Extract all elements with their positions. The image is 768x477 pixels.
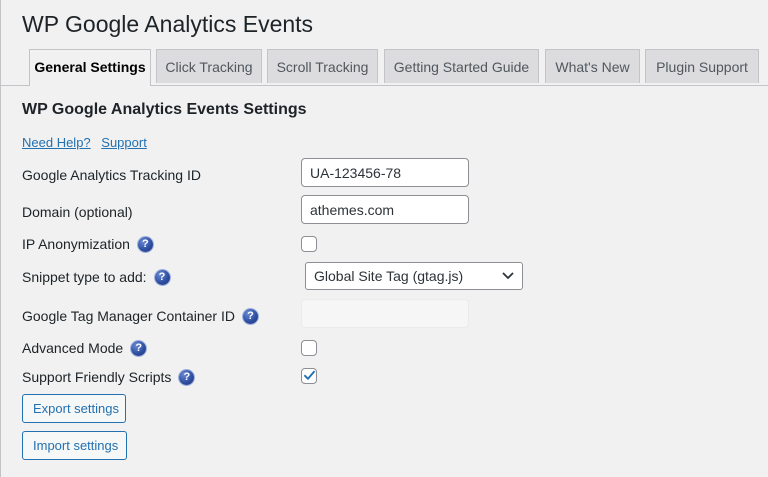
help-links: Need Help? Support xyxy=(22,135,154,151)
domain-input[interactable] xyxy=(301,195,469,224)
import-settings-button[interactable]: Import settings xyxy=(22,431,127,460)
help-icon[interactable]: ? xyxy=(242,308,258,324)
gtm-container-label: Google Tag Manager Container ID ? xyxy=(22,307,258,325)
domain-label-text: Domain (optional) xyxy=(22,204,133,220)
need-help-link[interactable]: Need Help? xyxy=(22,135,91,150)
gtm-container-label-text: Google Tag Manager Container ID xyxy=(22,308,235,324)
help-icon[interactable]: ? xyxy=(137,236,153,252)
snippet-type-label: Snippet type to add: ? xyxy=(22,268,170,286)
advanced-mode-label: Advanced Mode ? xyxy=(22,339,147,357)
tracking-id-input[interactable] xyxy=(301,158,469,187)
support-scripts-label: Support Friendly Scripts ? xyxy=(22,368,195,386)
tab-getting-started-guide[interactable]: Getting Started Guide xyxy=(384,49,539,83)
support-scripts-label-text: Support Friendly Scripts xyxy=(22,369,172,385)
settings-tabs: General Settings Click Tracking Scroll T… xyxy=(0,49,768,86)
chevron-down-icon xyxy=(502,272,514,279)
ip-anonymization-checkbox[interactable] xyxy=(301,236,317,252)
ip-anonymization-label-text: IP Anonymization xyxy=(22,236,130,252)
tab-click-tracking[interactable]: Click Tracking xyxy=(156,49,262,83)
help-icon[interactable]: ? xyxy=(179,369,195,385)
help-icon[interactable]: ? xyxy=(131,340,147,356)
advanced-mode-checkbox[interactable] xyxy=(301,340,317,356)
tab-scroll-tracking[interactable]: Scroll Tracking xyxy=(267,49,378,83)
tab-plugin-support[interactable]: Plugin Support xyxy=(645,49,759,83)
help-icon[interactable]: ? xyxy=(154,269,170,285)
ip-anonymization-label: IP Anonymization ? xyxy=(22,235,153,253)
tracking-id-label: Google Analytics Tracking ID xyxy=(22,166,201,184)
support-scripts-checkbox[interactable] xyxy=(301,368,317,384)
snippet-type-select[interactable]: Global Site Tag (gtag.js) xyxy=(305,262,523,290)
tab-general-settings[interactable]: General Settings xyxy=(29,49,151,86)
tracking-id-label-text: Google Analytics Tracking ID xyxy=(22,167,201,183)
tab-whats-new[interactable]: What's New xyxy=(545,49,640,83)
settings-heading: WP Google Analytics Events Settings xyxy=(22,101,307,118)
snippet-type-selected-value: Global Site Tag (gtag.js) xyxy=(314,268,464,284)
support-link[interactable]: Support xyxy=(101,135,147,150)
page-title: WP Google Analytics Events xyxy=(22,11,314,37)
advanced-mode-label-text: Advanced Mode xyxy=(22,340,124,356)
checkmark-icon xyxy=(304,370,315,380)
snippet-type-label-text: Snippet type to add: xyxy=(22,269,147,285)
gtm-container-input[interactable] xyxy=(301,299,469,328)
export-settings-button[interactable]: Export settings xyxy=(22,394,126,423)
domain-label: Domain (optional) xyxy=(22,203,133,221)
